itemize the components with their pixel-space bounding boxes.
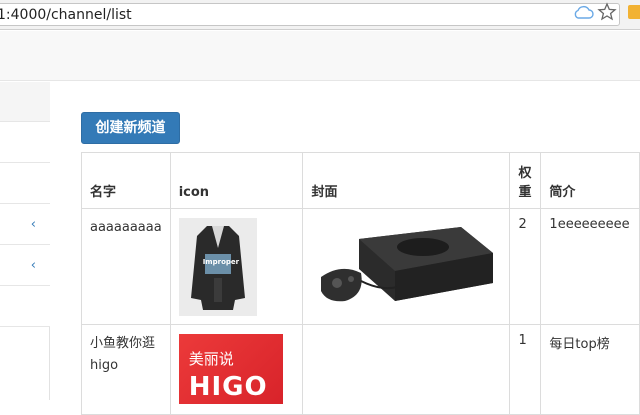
create-channel-button[interactable]: 创建新频道 bbox=[81, 112, 180, 144]
sidebar-item-2[interactable] bbox=[0, 122, 50, 163]
extension-icon[interactable] bbox=[628, 5, 640, 19]
console-image-svg bbox=[311, 217, 502, 313]
header-desc: 简介 bbox=[540, 152, 640, 209]
table-header-row: 名字 icon 封面 权重 简介 bbox=[81, 152, 640, 209]
coat-image-svg bbox=[178, 218, 257, 316]
channel-desc: 1eeeeeeeee bbox=[540, 208, 640, 325]
sidebar-item-3[interactable] bbox=[0, 163, 50, 204]
header-name: 名字 bbox=[81, 152, 171, 209]
coat-brand-text: Improper bbox=[202, 258, 240, 266]
header-cover: 封面 bbox=[302, 152, 511, 209]
channel-cover-cell bbox=[302, 324, 511, 415]
sidebar-item-6[interactable] bbox=[0, 286, 50, 327]
channel-name: 小鱼教你逛higo bbox=[81, 324, 171, 415]
chevron-left-icon: ‹ bbox=[30, 217, 36, 232]
chevron-left-icon: ‹ bbox=[30, 258, 36, 273]
channel-icon-cell: Improper bbox=[169, 208, 304, 325]
sidebar: ‹ ‹ bbox=[0, 82, 50, 400]
channel-name: aaaaaaaaa bbox=[81, 208, 171, 325]
main-content: 创建新频道 名字 icon 封面 权重 简介 aaaaaaaaa Imprope… bbox=[51, 82, 640, 415]
higo-logo-text-line2: HIGO bbox=[188, 372, 268, 402]
channel-icon-cell: 美丽说 HIGO bbox=[169, 324, 304, 415]
table-row[interactable]: aaaaaaaaa Improper 2 1eeeeeeeee bbox=[81, 208, 640, 325]
address-bar[interactable]: 1:4000/channel/list bbox=[0, 3, 620, 26]
channel-weight: 2 bbox=[509, 208, 542, 325]
header-icon: icon bbox=[169, 152, 304, 209]
channel-weight: 1 bbox=[509, 324, 542, 415]
higo-logo-image: 美丽说 HIGO bbox=[178, 334, 283, 404]
browser-toolbar: 1:4000/channel/list bbox=[0, 0, 640, 30]
cloud-icon[interactable] bbox=[572, 4, 594, 20]
sidebar-item-4[interactable]: ‹ bbox=[0, 204, 50, 245]
channel-desc: 每日top榜 bbox=[540, 324, 640, 415]
channel-table: 名字 icon 封面 权重 简介 aaaaaaaaa Improper 2 1e… bbox=[81, 152, 640, 415]
higo-logo-text-line1: 美丽说 bbox=[188, 350, 234, 368]
table-row[interactable]: 小鱼教你逛higo 美丽说 HIGO 1 每日top榜 bbox=[81, 324, 640, 415]
star-icon[interactable] bbox=[597, 2, 617, 22]
sidebar-item-1[interactable] bbox=[0, 82, 50, 122]
sidebar-item-5[interactable]: ‹ bbox=[0, 245, 50, 286]
coat-product-image: Improper bbox=[178, 218, 257, 316]
app-header bbox=[0, 31, 640, 81]
header-weight: 权重 bbox=[509, 152, 542, 209]
game-console-image bbox=[311, 217, 502, 313]
channel-cover-cell bbox=[302, 208, 511, 325]
url-text[interactable]: 1:4000/channel/list bbox=[0, 7, 132, 23]
